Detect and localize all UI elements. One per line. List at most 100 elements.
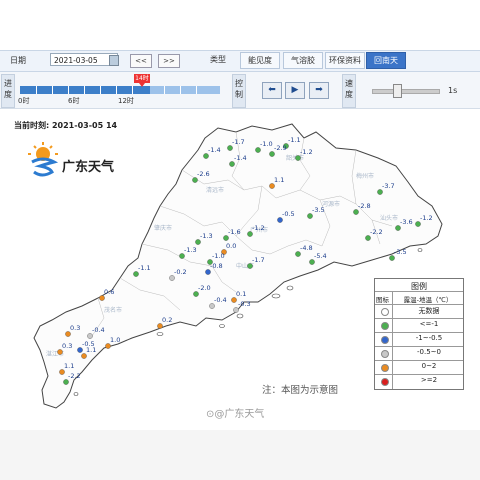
station-marker[interactable] xyxy=(307,213,313,219)
station-value: -0.2 xyxy=(174,268,187,276)
legend-dot-icon xyxy=(381,336,389,344)
station-value: -0.3 xyxy=(238,300,251,308)
legend-row: >=2 xyxy=(375,374,463,388)
station-marker[interactable] xyxy=(247,263,253,269)
station-marker[interactable] xyxy=(192,177,198,183)
progress-remaining xyxy=(150,86,220,94)
station-marker[interactable] xyxy=(309,259,315,265)
station-value: -2.2 xyxy=(370,228,383,236)
tab-aerosol[interactable]: 气溶胶 xyxy=(283,52,323,69)
legend-label: 0~2 xyxy=(421,362,437,370)
station-marker[interactable] xyxy=(209,303,215,309)
station-value: -2.2 xyxy=(68,372,81,380)
station-marker[interactable] xyxy=(65,331,71,337)
legend-label: <=-1 xyxy=(419,320,439,328)
station-marker[interactable] xyxy=(269,183,275,189)
station-marker[interactable] xyxy=(105,343,111,349)
station-marker[interactable] xyxy=(63,379,69,385)
station-value: -1.0 xyxy=(260,140,273,148)
speed-slider[interactable] xyxy=(372,89,440,94)
station-marker[interactable] xyxy=(353,209,359,215)
progress-marker[interactable]: 14时 xyxy=(134,74,150,83)
station-value: -1.6 xyxy=(228,228,241,236)
tick-0h: 0时 xyxy=(18,97,30,105)
station-marker[interactable] xyxy=(377,189,383,195)
station-marker[interactable] xyxy=(133,271,139,277)
station-marker[interactable] xyxy=(231,297,237,303)
station-marker[interactable] xyxy=(81,353,87,359)
station-value: -1.0 xyxy=(212,252,225,260)
station-marker[interactable] xyxy=(247,231,253,237)
current-time-label: 当前时刻: 2021-03-05 14 xyxy=(14,121,118,130)
arrow-right-icon: ➡ xyxy=(315,85,323,95)
tab-huinan[interactable]: 回南天 xyxy=(366,52,406,69)
station-marker[interactable] xyxy=(255,147,261,153)
date-input[interactable]: 2021-03-05 xyxy=(50,53,118,66)
legend-label: -0.5~0 xyxy=(417,348,441,356)
station-marker[interactable] xyxy=(87,333,93,339)
station-marker[interactable] xyxy=(59,369,65,375)
next-day-button[interactable]: >> xyxy=(158,54,180,68)
speed-thumb[interactable] xyxy=(393,84,402,98)
marker-arrow-icon xyxy=(139,83,145,87)
station-marker[interactable] xyxy=(169,275,175,281)
legend-label: -1~-0.5 xyxy=(415,334,443,342)
station-value: -1.4 xyxy=(234,154,247,162)
legend-col-value: 露温-地温（℃） xyxy=(403,296,453,304)
station-marker[interactable] xyxy=(269,151,275,157)
station-marker[interactable] xyxy=(99,295,105,301)
legend-dot-icon xyxy=(381,350,389,358)
station-value: -2.0 xyxy=(198,284,211,292)
tab-environment[interactable]: 环保资料 xyxy=(325,52,365,69)
station-marker[interactable] xyxy=(157,323,163,329)
speed-value: 1s xyxy=(448,86,458,95)
guangdong-weather-logo xyxy=(28,142,59,177)
station-marker[interactable] xyxy=(77,347,83,353)
legend-row: 0~2 xyxy=(375,360,463,374)
legend-dot-icon xyxy=(381,364,389,372)
station-marker[interactable] xyxy=(195,239,201,245)
station-marker[interactable] xyxy=(229,161,235,167)
station-value: 1.1 xyxy=(274,176,284,184)
calendar-icon[interactable] xyxy=(109,55,119,66)
station-marker[interactable] xyxy=(277,217,283,223)
station-marker[interactable] xyxy=(395,225,401,231)
prev-frame-button[interactable]: ⬅ xyxy=(262,82,282,99)
station-value: 0.3 xyxy=(70,324,80,332)
station-marker[interactable] xyxy=(193,291,199,297)
station-marker[interactable] xyxy=(223,235,229,241)
station-value: 0.1 xyxy=(236,290,246,298)
station-value: 0.0 xyxy=(226,242,236,250)
station-marker[interactable] xyxy=(203,153,209,159)
station-value: -1.2 xyxy=(252,224,265,232)
svg-text:汕头市: 汕头市 xyxy=(380,214,398,222)
station-marker[interactable] xyxy=(179,253,185,259)
type-label: 类型 xyxy=(210,55,226,64)
legend-row: 无数据 xyxy=(375,304,463,318)
play-icon: ▶ xyxy=(291,85,299,95)
legend: 图例 图标 露温-地温（℃） 无数据 <=-1 -1~-0.5 -0.5~0 0~2 >=… xyxy=(374,278,464,390)
date-label: 日期 xyxy=(10,56,26,65)
station-marker[interactable] xyxy=(415,221,421,227)
station-value: -3.7 xyxy=(382,182,395,190)
station-value: -2.9 xyxy=(274,144,287,152)
station-value: -1.3 xyxy=(200,232,213,240)
station-marker[interactable] xyxy=(295,155,301,161)
station-marker[interactable] xyxy=(57,349,63,355)
next-frame-button[interactable]: ➡ xyxy=(309,82,329,99)
station-value: -0.5 xyxy=(282,210,295,218)
station-marker[interactable] xyxy=(389,255,395,261)
station-value: -3.5 xyxy=(394,248,407,256)
station-value: -0.8 xyxy=(210,262,223,270)
footer-band xyxy=(0,430,480,480)
station-marker[interactable] xyxy=(227,145,233,151)
play-button[interactable]: ▶ xyxy=(285,82,305,99)
tab-visibility[interactable]: 能见度 xyxy=(240,52,280,69)
station-marker[interactable] xyxy=(295,251,301,257)
station-value: -3.5 xyxy=(312,206,325,214)
station-marker[interactable] xyxy=(365,235,371,241)
station-marker[interactable] xyxy=(205,269,211,275)
prev-day-button[interactable]: << xyxy=(130,54,152,68)
svg-text:河源市: 河源市 xyxy=(322,200,340,208)
station-marker[interactable] xyxy=(233,307,239,313)
